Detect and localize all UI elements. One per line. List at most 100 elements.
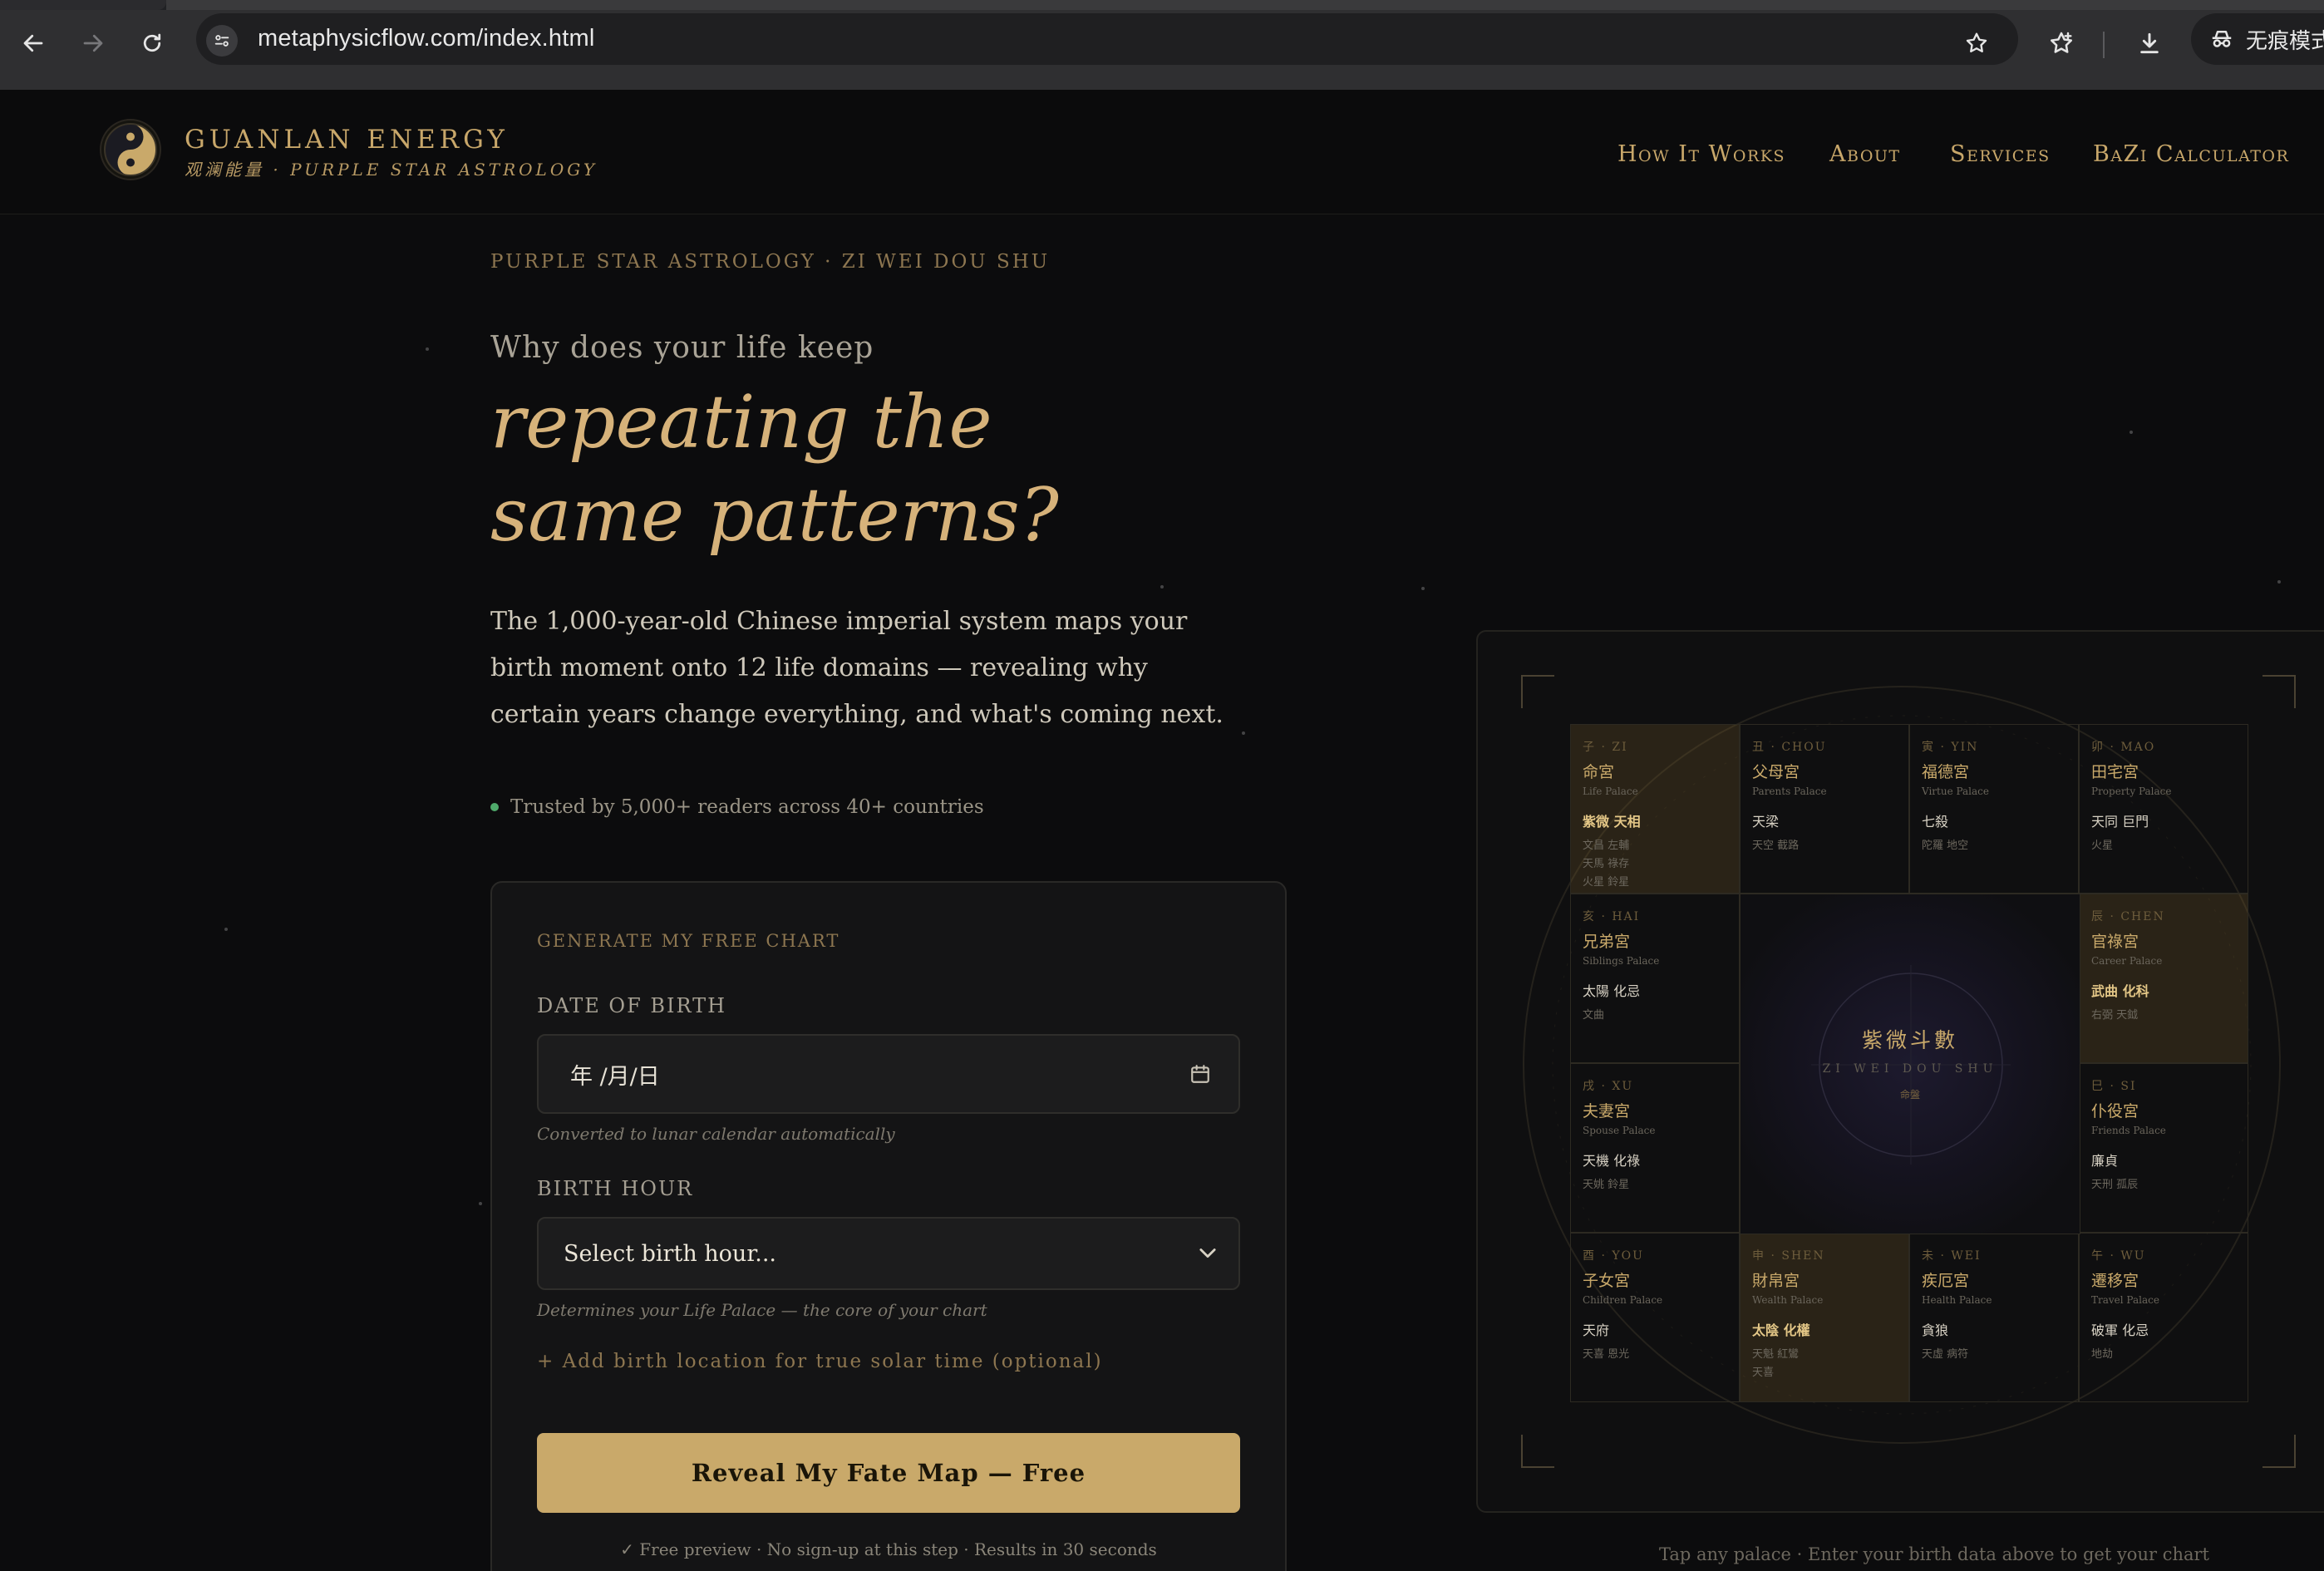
palace-branch: 巳 · SI	[2091, 1080, 2137, 1093]
toolbar-divider	[2103, 32, 2105, 58]
back-button[interactable]	[15, 25, 52, 62]
corner-ornament	[2262, 675, 2296, 708]
palace-cell[interactable]: 子 · ZI 命宮 Life Palace 紫微 天相 文昌 左輔 天馬 祿存 火星 鈴星	[1570, 724, 1740, 894]
background-star	[426, 347, 429, 351]
palace-english-name: Virtue Palace	[1922, 786, 1989, 797]
palace-branch: 卯 · MAO	[2091, 741, 2156, 754]
browser-tab-inactive[interactable]	[0, 0, 166, 10]
palace-branch: 未 · WEI	[1922, 1249, 1982, 1263]
palace-english-name: Siblings Palace	[1583, 955, 1660, 967]
palace-main-stars: 天梁	[1752, 814, 1780, 830]
palace-minor-stars: 天魁 紅鸞	[1752, 1348, 1800, 1361]
browser-tab-active[interactable]	[166, 0, 2324, 10]
chart-center-title: 紫微斗數	[1861, 1028, 1958, 1052]
site-info-icon[interactable]	[206, 25, 238, 57]
palace-main-stars: 太陽 化忌	[1583, 983, 1641, 999]
palace-cell[interactable]: 午 · WU 遷移宮 Travel Palace 破軍 化忌 地劫	[2079, 1233, 2248, 1402]
palace-main-stars: 貪狼	[1922, 1322, 1949, 1338]
logo-yin-yang-icon[interactable]	[101, 121, 160, 179]
chevron-down-icon[interactable]	[1194, 1239, 1222, 1267]
brand-name[interactable]: GUANLAN ENERGY	[185, 125, 509, 155]
birth-hour-hint: Determines your Life Palace — the core o…	[537, 1300, 987, 1320]
calendar-icon[interactable]	[1187, 1061, 1214, 1087]
palace-cell[interactable]: 酉 · YOU 子女宮 Children Palace 天府 天喜 恩光	[1570, 1233, 1740, 1402]
trust-text: Trusted by 5,000+ readers across 40+ cou…	[510, 796, 984, 818]
palace-cell[interactable]: 申 · SHEN 財帛宮 Wealth Palace 太陰 化權 天魁 紅鸞 天喜	[1740, 1233, 1909, 1402]
nav-about[interactable]: About	[1829, 141, 1901, 167]
palace-main-stars: 破軍 化忌	[2091, 1322, 2149, 1338]
incognito-indicator[interactable]: 无痕模式	[2191, 13, 2324, 65]
palace-branch: 午 · WU	[2091, 1249, 2146, 1263]
palace-name: 子女宮	[1583, 1272, 1631, 1290]
palace-main-stars: 廉貞	[2091, 1153, 2119, 1169]
palace-minor-stars: 天姚 鈴星	[1583, 1179, 1630, 1191]
palace-name: 福德宮	[1922, 763, 1970, 781]
nav-services[interactable]: Services	[1950, 141, 2051, 167]
palace-minor-stars: 天馬 祿存	[1583, 858, 1630, 870]
date-of-birth-input[interactable]: 年 /月/日	[537, 1034, 1240, 1114]
palace-minor-stars: 天虛 病符	[1922, 1348, 1969, 1361]
hero-title-line-1: repeating the	[490, 379, 992, 465]
palace-cell[interactable]: 卯 · MAO 田宅宮 Property Palace 天同 巨門 火星	[2079, 724, 2248, 894]
palace-name: 命宮	[1583, 763, 1615, 781]
palace-english-name: Parents Palace	[1752, 786, 1827, 797]
background-star	[479, 1202, 482, 1205]
palace-name: 兄弟宮	[1583, 933, 1631, 951]
palace-minor-stars: 地劫	[2091, 1348, 2114, 1361]
download-icon[interactable]	[2131, 25, 2168, 62]
palace-branch: 丑 · CHOU	[1752, 741, 1827, 754]
palace-main-stars: 天同 巨門	[2091, 814, 2149, 830]
palace-main-stars: 天機 化祿	[1583, 1153, 1641, 1169]
palace-minor-stars: 天喜	[1752, 1367, 1775, 1379]
palace-minor-stars: 文曲	[1583, 1009, 1605, 1022]
palace-english-name: Property Palace	[2091, 786, 2172, 797]
palace-english-name: Travel Palace	[2091, 1294, 2159, 1306]
background-star	[1421, 587, 1425, 590]
palace-cell[interactable]: 丑 · CHOU 父母宮 Parents Palace 天梁 天空 截路	[1740, 724, 1909, 894]
palace-minor-stars: 文昌 左輔	[1583, 840, 1630, 852]
palace-branch: 戌 · XU	[1583, 1080, 1634, 1093]
nav-bazi-calculator[interactable]: BaZi Calculator	[2093, 141, 2289, 167]
reload-icon	[143, 33, 161, 52]
palace-english-name: Friends Palace	[2091, 1125, 2166, 1136]
hero-title-line-2: same patterns?	[490, 472, 1059, 558]
palace-minor-stars: 火星 鈴星	[1583, 876, 1630, 889]
palace-branch: 子 · ZI	[1583, 741, 1628, 754]
palace-cell[interactable]: 巳 · SI 仆役宮 Friends Palace 廉貞 天刑 孤辰	[2079, 1063, 2248, 1233]
bookmarks-icon[interactable]	[2043, 25, 2080, 62]
nav-how-it-works[interactable]: How It Works	[1617, 141, 1785, 167]
background-star	[224, 928, 228, 931]
reload-button[interactable]	[134, 25, 170, 62]
hero-title: repeating the same patterns?	[490, 376, 1072, 562]
forward-button[interactable]	[75, 25, 111, 62]
palace-main-stars: 天府	[1583, 1322, 1610, 1338]
cta-note: ✓ Free preview · No sign-up at this step…	[620, 1539, 1157, 1559]
palace-name: 仆役宮	[2091, 1102, 2139, 1120]
status-dot-icon	[490, 803, 499, 811]
palace-name: 財帛宮	[1752, 1272, 1800, 1290]
incognito-icon	[2212, 31, 2232, 47]
palace-main-stars: 紫微 天相	[1583, 814, 1641, 830]
palace-cell[interactable]: 寅 · YIN 福德宮 Virtue Palace 七殺 陀羅 地空	[1909, 724, 2079, 894]
palace-name: 田宅宮	[2091, 763, 2139, 781]
palace-english-name: Wealth Palace	[1752, 1294, 1824, 1306]
palace-cell[interactable]: 戌 · XU 夫妻宮 Spouse Palace 天機 化祿 天姚 鈴星	[1570, 1063, 1740, 1233]
palace-name: 疾厄宮	[1922, 1272, 1970, 1290]
background-star	[2130, 431, 2133, 434]
dob-label: DATE OF BIRTH	[537, 994, 727, 1017]
palace-name: 官祿宮	[2091, 933, 2139, 951]
reveal-fate-map-button[interactable]: Reveal My Fate Map — Free	[537, 1433, 1240, 1513]
add-birth-location-link[interactable]: + Add birth location for true solar time…	[537, 1351, 1103, 1372]
palace-english-name: Career Palace	[2091, 955, 2163, 967]
palace-minor-stars: 天空 截路	[1752, 840, 1800, 852]
brand-subtitle: 观澜能量 · PURPLE STAR ASTROLOGY	[185, 160, 598, 180]
chart-hint: Tap any palace · Enter your birth data a…	[1659, 1544, 2209, 1564]
background-star	[2277, 580, 2281, 584]
palace-branch: 申 · SHEN	[1752, 1249, 1825, 1263]
palace-cell[interactable]: 亥 · HAI 兄弟宮 Siblings Palace 太陽 化忌 文曲	[1570, 894, 1740, 1063]
bookmark-star-icon[interactable]	[1958, 25, 1995, 62]
birth-hour-select[interactable]: Select birth hour...	[537, 1217, 1240, 1290]
palace-cell[interactable]: 辰 · CHEN 官祿宮 Career Palace 武曲 化科 右弼 天鉞	[2079, 894, 2248, 1063]
url-text[interactable]: metaphysicflow.com/index.html	[258, 25, 595, 52]
palace-cell[interactable]: 未 · WEI 疾厄宮 Health Palace 貪狼 天虛 病符	[1909, 1233, 2079, 1402]
